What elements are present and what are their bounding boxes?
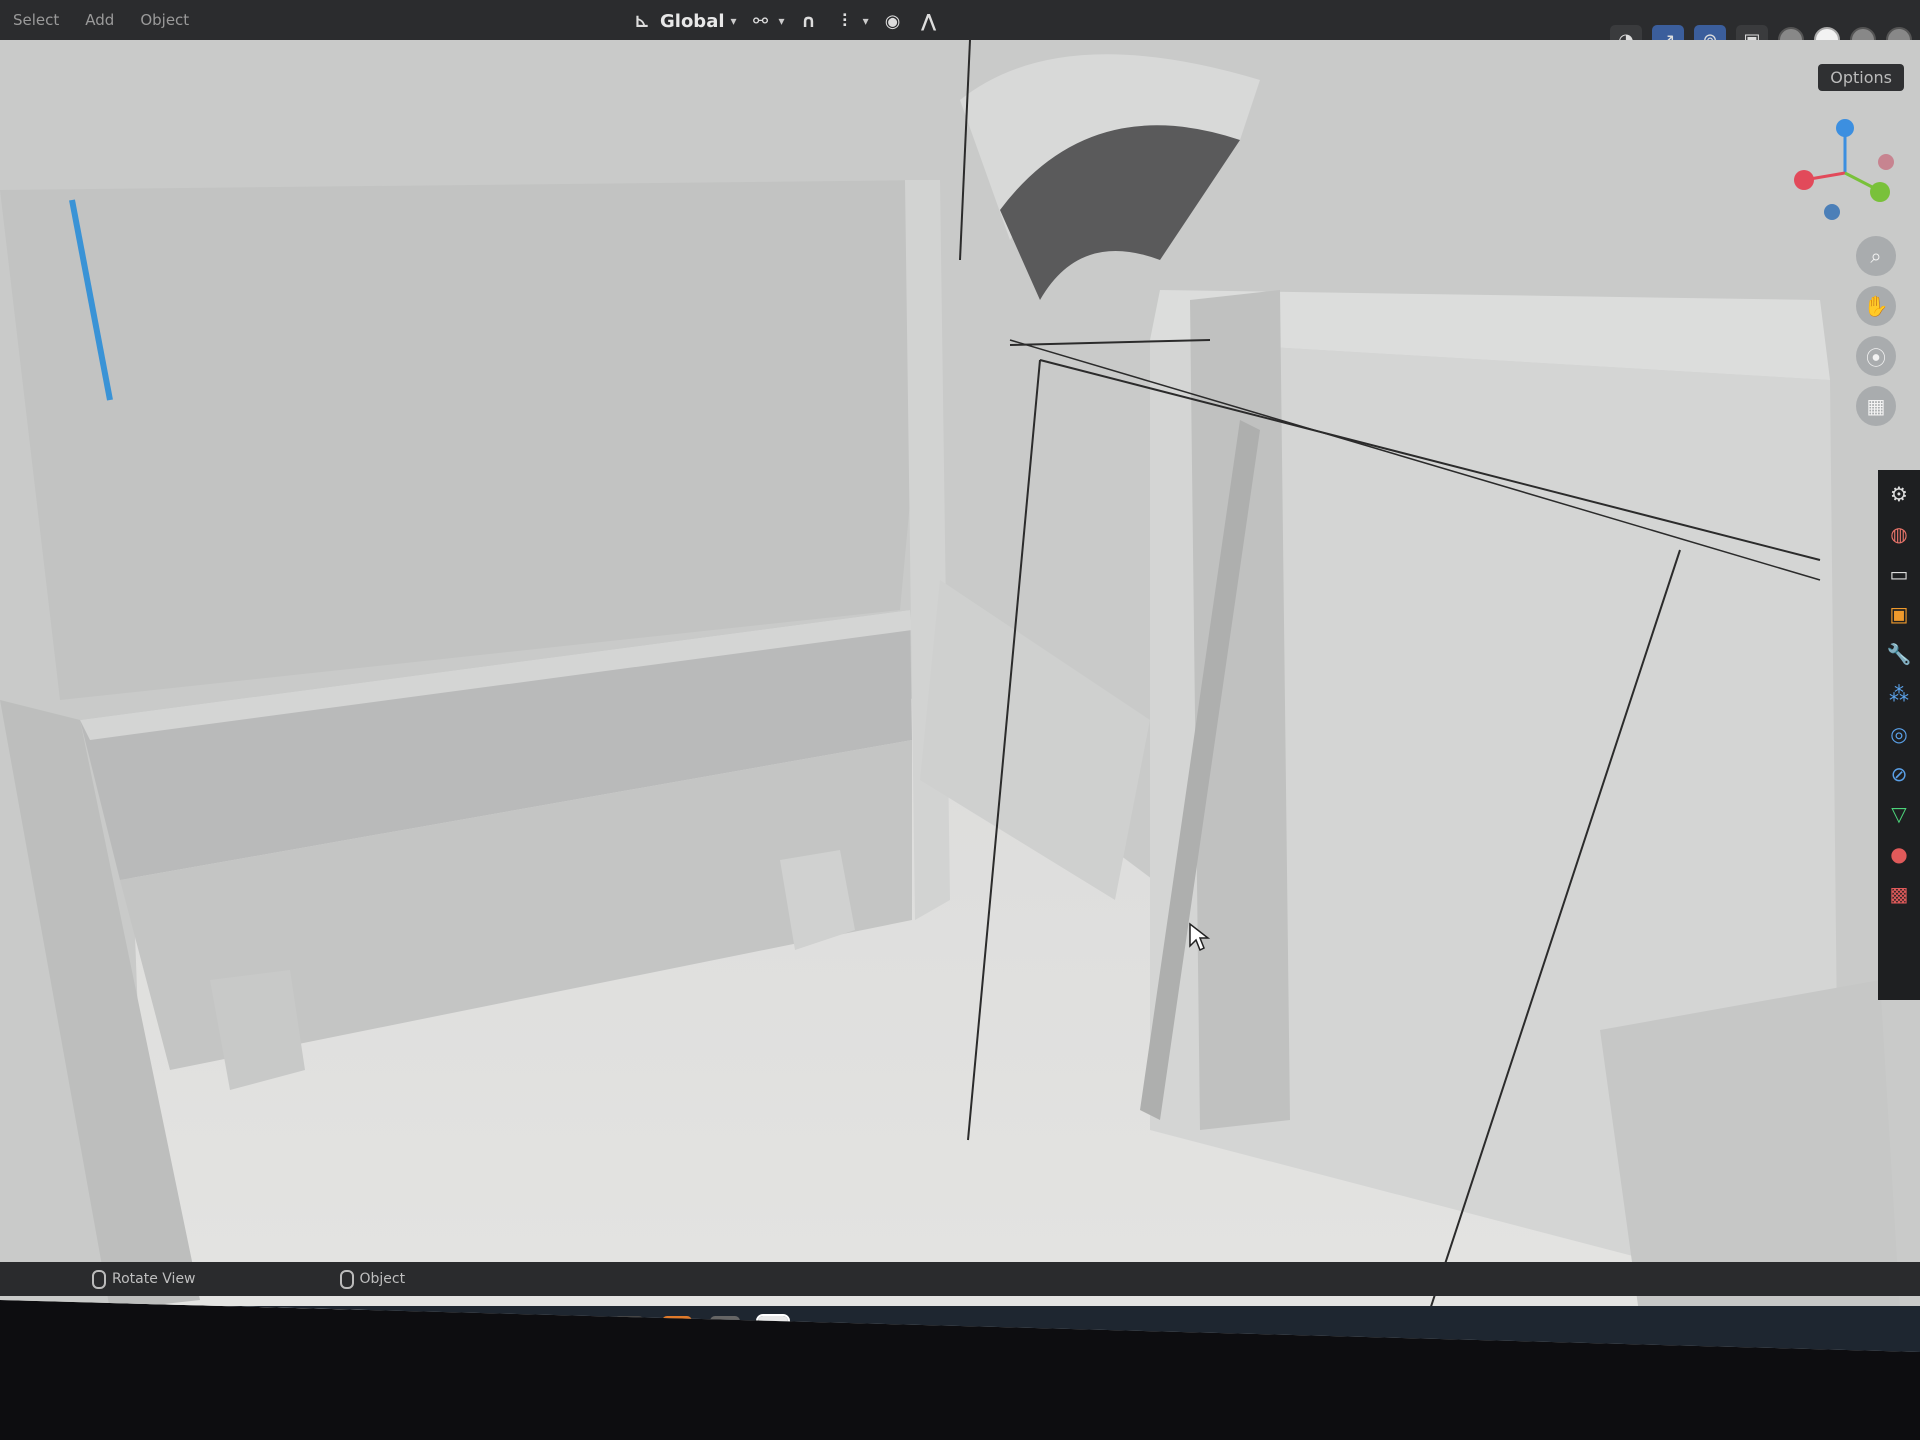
blender-icon[interactable]: ◐ [662, 1316, 692, 1346]
output-tab-icon[interactable]: ▭ [1885, 560, 1913, 588]
media-app-icon[interactable]: ◎ [518, 1316, 548, 1346]
chevron-down-icon: ▾ [862, 14, 869, 28]
3d-viewport[interactable] [0, 40, 1920, 1310]
pivot-point-dropdown[interactable]: ⚯ ▾ [749, 9, 785, 33]
game-app-icon[interactable]: ◈ [614, 1316, 644, 1346]
mouse-cursor-icon [1188, 922, 1211, 956]
axis-x-icon[interactable] [1794, 170, 1814, 190]
hand-icon[interactable]: ✋ [1856, 286, 1896, 326]
navigation-buttons: ⌕ ✋ ⦿ ▦ [1856, 236, 1896, 426]
tool-app-icon[interactable]: ⚙ [710, 1316, 740, 1346]
os-taskbar: ⛰ ⌨ ▤ ▦ ✉ ◉ ▮ △ ◎ ◕ ◈ ◐ ⚙ ◉ [100, 1306, 1920, 1352]
zoom-icon[interactable]: ⌕ [1856, 236, 1896, 276]
falloff-dropdown[interactable]: ⋀ [917, 9, 941, 33]
snap-toggle[interactable]: ∩ [797, 9, 821, 33]
pivot-icon: ⚯ [753, 10, 769, 32]
landscape-app-icon[interactable]: ⛰ [112, 1316, 164, 1346]
proportional-edit-icon: ◉ [884, 10, 901, 32]
transform-orientation-dropdown[interactable]: ⊾ Global ▾ [630, 9, 737, 33]
axes-icon: ⊾ [634, 10, 650, 32]
chevron-down-icon: ▾ [778, 14, 785, 28]
data-tab-icon[interactable]: ▽ [1885, 800, 1913, 828]
store-icon[interactable]: ▦ [278, 1316, 308, 1346]
document-icon[interactable]: ▮ [422, 1316, 452, 1346]
tool-tab-icon[interactable]: ⚙ [1885, 480, 1913, 508]
status-mode: Object [328, 1269, 418, 1289]
rotate-view-label: Rotate View [112, 1271, 196, 1287]
status-bar: Rotate View Object [0, 1262, 1920, 1296]
texture-tab-icon[interactable]: ▩ [1885, 880, 1913, 908]
axis-z-icon[interactable] [1836, 119, 1854, 137]
physics-tab-icon[interactable]: ◎ [1885, 720, 1913, 748]
falloff-curve-icon: ⋀ [921, 10, 937, 32]
mouse-icon [339, 1269, 354, 1289]
menu-object[interactable]: Object [127, 11, 202, 29]
axis-y-icon[interactable] [1870, 182, 1890, 202]
modifier-tab-icon[interactable]: 🔧 [1885, 640, 1913, 668]
object-tab-icon[interactable]: ▣ [1885, 600, 1913, 628]
material-tab-icon[interactable]: ● [1885, 840, 1913, 868]
navigation-gizmo[interactable] [1790, 118, 1900, 228]
warning-app-icon[interactable]: △ [470, 1316, 500, 1346]
transform-orientation-label: Global [660, 10, 725, 32]
snap-target-dropdown[interactable]: ⫶ ▾ [833, 9, 869, 33]
snap-grid-icon: ⫶ [842, 10, 847, 32]
properties-tabs: ⚙ ◍ ▭ ▣ 🔧 ⁂ ◎ ⊘ ▽ ● ▩ [1878, 470, 1920, 1000]
status-rotate-view: Rotate View [80, 1269, 208, 1289]
camera-icon[interactable]: ⦿ [1856, 336, 1896, 376]
constraints-tab-icon[interactable]: ⊘ [1885, 760, 1913, 788]
chevron-down-icon: ▾ [730, 14, 737, 28]
monitor-screen: Select Add Object ⊾ Global ▾ ⚯ ▾ ∩ ⫶ ▾ ◉ [0, 0, 1920, 1352]
magnet-icon: ∩ [801, 10, 816, 32]
chrome-icon[interactable]: ◕ [566, 1316, 596, 1346]
blender-active-icon[interactable]: ◉ [756, 1314, 790, 1348]
render-tab-icon[interactable]: ◍ [1885, 520, 1913, 548]
menu-select[interactable]: Select [0, 11, 72, 29]
globe-icon[interactable]: ◉ [374, 1316, 404, 1346]
axis-neg-x-icon[interactable] [1878, 154, 1894, 170]
header-tools: ⊾ Global ▾ ⚯ ▾ ∩ ⫶ ▾ ◉ ⋀ [630, 6, 941, 36]
particles-tab-icon[interactable]: ⁂ [1885, 680, 1913, 708]
grid-icon[interactable]: ▦ [1856, 386, 1896, 426]
mode-label: Object [359, 1271, 406, 1287]
terminal-icon[interactable]: ⌨ [182, 1316, 212, 1346]
file-explorer-icon[interactable]: ▤ [230, 1316, 260, 1346]
mail-icon[interactable]: ✉ [326, 1316, 356, 1346]
mouse-icon [92, 1269, 106, 1289]
axis-neg-z-icon[interactable] [1824, 204, 1840, 220]
menu-add[interactable]: Add [72, 11, 127, 29]
proportional-edit-toggle[interactable]: ◉ [881, 9, 905, 33]
options-button[interactable]: Options [1818, 64, 1904, 91]
